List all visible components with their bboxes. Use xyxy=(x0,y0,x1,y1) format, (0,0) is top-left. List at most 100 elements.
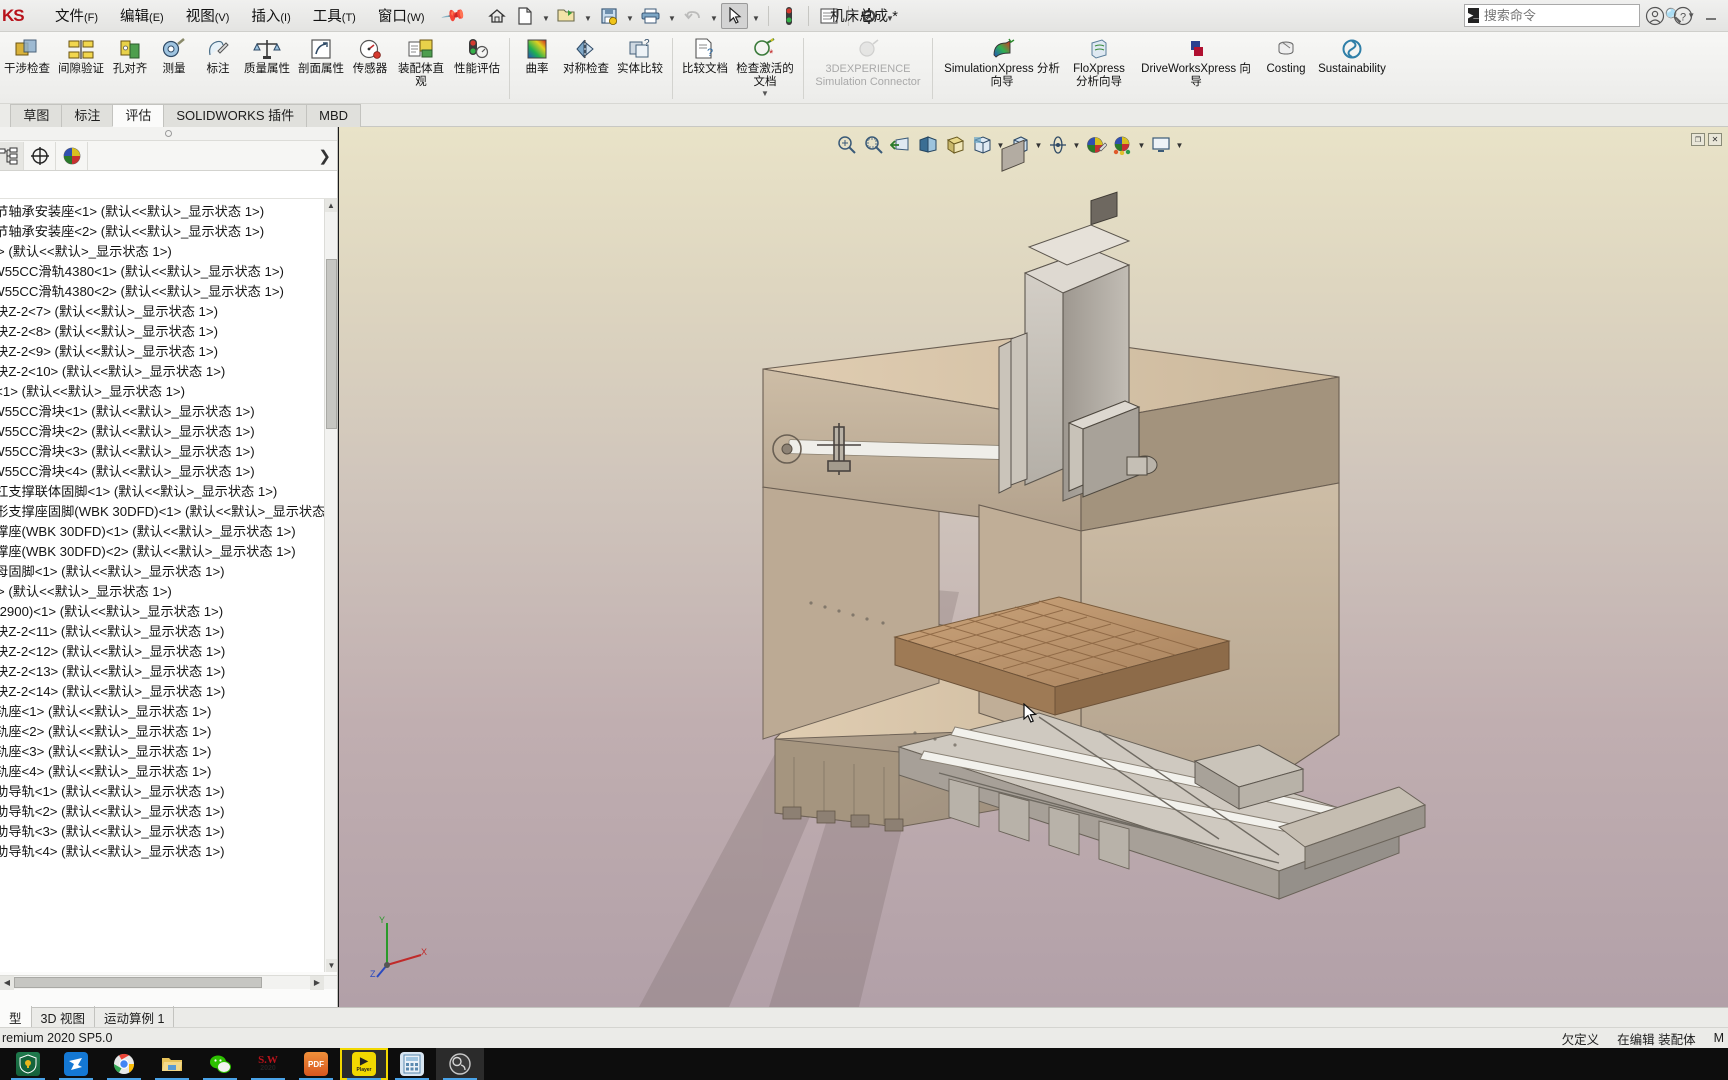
tree-node[interactable]: GW55CC滑块<3> (默认<<默认>_显示状态 1>) xyxy=(0,442,324,462)
taskbar-pdf-reader[interactable]: PDF xyxy=(292,1048,340,1080)
taskbar-chrome[interactable] xyxy=(100,1048,148,1080)
ribbon-floxpress-wizard[interactable]: FloXpress 分析向导 xyxy=(1066,34,1132,89)
ribbon-hole-alignment[interactable]: 孔对齐 xyxy=(108,34,152,76)
menu-file[interactable]: 文件(F) xyxy=(44,1,109,30)
bottom-tab-motion-study-1[interactable]: 运动算例 1 xyxy=(95,1006,175,1029)
ribbon-interference-check[interactable]: 干涉检查 xyxy=(0,34,54,76)
rebuild-icon[interactable] xyxy=(775,3,802,29)
new-document-icon[interactable] xyxy=(511,3,538,29)
tree-node[interactable]: 压块Z-2<10> (默认<<默认>_显示状态 1>) xyxy=(0,362,324,382)
tree-node[interactable]: GW55CC滑块<1> (默认<<默认>_显示状态 1>) xyxy=(0,402,324,422)
print-dropdown[interactable]: ▼ xyxy=(665,3,678,29)
select-dropdown[interactable]: ▼ xyxy=(749,3,762,29)
undo-dropdown[interactable]: ▼ xyxy=(707,3,720,29)
tree-node[interactable]: 压块Z-2<8> (默认<<默认>_显示状态 1>) xyxy=(0,322,324,342)
open-dropdown[interactable]: ▼ xyxy=(581,3,594,29)
menu-edit[interactable]: 编辑(E) xyxy=(109,1,175,30)
tree-node[interactable]: 导轨座<1> (默认<<默认>_显示状态 1>) xyxy=(0,702,324,722)
horizontal-scroll-thumb[interactable] xyxy=(14,977,262,988)
tree-node[interactable]: 辅助导轨<3> (默认<<默认>_显示状态 1>) xyxy=(0,822,324,842)
search-input[interactable] xyxy=(1483,8,1660,23)
select-cursor-icon[interactable] xyxy=(721,2,749,29)
pushpin-icon[interactable]: 📌 xyxy=(433,0,474,34)
graphics-viewport[interactable]: ▼ ▼ ▼ ▼ ▼ ❐ ✕ Y X Z xyxy=(339,127,1728,1007)
vertical-scroll-thumb[interactable] xyxy=(326,259,337,429)
check-active-doc-dropdown-icon[interactable]: ▼ xyxy=(761,89,769,98)
tree-node[interactable]: 支撑座(WBK 30DFD)<1> (默认<<默认>_显示状态 1>) xyxy=(0,522,324,542)
tab-evaluate[interactable]: 评估 xyxy=(112,104,165,127)
tree-node[interactable]: 压块Z-2<9> (默认<<默认>_显示状态 1>) xyxy=(0,342,324,362)
tree-node[interactable]: 辅助导轨<4> (默认<<默认>_显示状态 1>) xyxy=(0,842,324,862)
tab-markup[interactable]: 标注 xyxy=(61,104,114,127)
help-question-icon[interactable]: ? xyxy=(1670,3,1696,29)
taskbar-wechat[interactable] xyxy=(196,1048,244,1080)
ribbon-solid-compare[interactable]: ? 实体比较 xyxy=(613,34,667,76)
menu-insert[interactable]: 插入(I) xyxy=(240,1,301,30)
ribbon-assembly-visualization[interactable]: 装配体直观 xyxy=(392,34,450,88)
ribbon-section-properties[interactable]: 剖面属性 xyxy=(294,34,348,76)
search-commands-box[interactable]: ▶_ 🔍 ▼ xyxy=(1464,4,1695,27)
home-icon[interactable] xyxy=(483,3,510,29)
save-dropdown[interactable]: ▼ xyxy=(623,3,636,29)
tree-node[interactable]: 丝杠支撑联体固脚<1> (默认<<默认>_显示状态 1>) xyxy=(0,482,324,502)
taskbar-solidworks[interactable]: S.W 2020 xyxy=(244,1048,292,1080)
tree-node[interactable]: GW55CC滑轨4380<2> (默认<<默认>_显示状态 1>) xyxy=(0,282,324,302)
save-icon[interactable] xyxy=(595,3,622,29)
ribbon-costing[interactable]: Costing xyxy=(1260,34,1312,76)
minimize-icon[interactable] xyxy=(1698,3,1724,29)
taskbar-file-explorer[interactable] xyxy=(148,1048,196,1080)
tab-mbd[interactable]: MBD xyxy=(306,104,361,127)
tree-node[interactable]: 圆形支撑座固脚(WBK 30DFD)<1> (默认<<默认>_显示状态 1>) xyxy=(0,502,324,522)
tree-node[interactable]: GW55CC滑块<2> (默认<<默认>_显示状态 1>) xyxy=(0,422,324,442)
feature-tree[interactable]: 关节轴承安装座<1> (默认<<默认>_显示状态 1>) 关节轴承安装座<2> (… xyxy=(0,199,324,972)
open-folder-icon[interactable] xyxy=(553,3,580,29)
tree-node[interactable]: 压块Z-2<12> (默认<<默认>_显示状态 1>) xyxy=(0,642,324,662)
tree-node[interactable]: <1> (默认<<默认>_显示状态 1>) xyxy=(0,242,324,262)
feature-tree-vertical-scrollbar[interactable]: ▲ ▼ xyxy=(324,199,337,972)
tree-node[interactable]: 压块Z-2<13> (默认<<默认>_显示状态 1>) xyxy=(0,662,324,682)
feature-tree-tab[interactable] xyxy=(0,141,24,170)
new-document-dropdown[interactable]: ▼ xyxy=(539,3,552,29)
menu-window[interactable]: 窗口(W) xyxy=(367,1,436,30)
menu-view[interactable]: 视图(V) xyxy=(175,1,241,30)
tree-node[interactable]: <3> (默认<<默认>_显示状态 1>) xyxy=(0,582,324,602)
ribbon-compare-documents[interactable]: ? 比较文档 xyxy=(678,34,732,76)
print-icon[interactable] xyxy=(637,3,664,29)
taskbar-bird-app[interactable] xyxy=(52,1048,100,1080)
menu-tools[interactable]: 工具(T) xyxy=(302,1,367,30)
ribbon-symmetry-check[interactable]: 对称检查 xyxy=(559,34,613,76)
ribbon-simulationxpress-wizard[interactable]: SimulationXpress 分析向导 xyxy=(938,34,1066,89)
ribbon-sustainability[interactable]: Sustainability xyxy=(1312,34,1392,76)
taskbar-media-player[interactable]: ▶ Player xyxy=(340,1048,388,1080)
tree-node[interactable]: 辅助导轨<1> (默认<<默认>_显示状态 1>) xyxy=(0,782,324,802)
panel-collapse-handle[interactable] xyxy=(0,127,337,141)
tree-node[interactable]: 辅助导轨<2> (默认<<默认>_显示状态 1>) xyxy=(0,802,324,822)
tree-node[interactable]: 压块Z-2<11> (默认<<默认>_显示状态 1>) xyxy=(0,622,324,642)
ribbon-sensor[interactable]: 传感器 xyxy=(348,34,392,76)
tree-node[interactable]: GW55CC滑块<4> (默认<<默认>_显示状态 1>) xyxy=(0,462,324,482)
ribbon-markup[interactable]: 标注 xyxy=(196,34,240,76)
tree-node[interactable]: 螺母固脚<1> (默认<<默认>_显示状态 1>) xyxy=(0,562,324,582)
tree-node[interactable]: GW55CC滑轨4380<1> (默认<<默认>_显示状态 1>) xyxy=(0,262,324,282)
taskbar-calculator[interactable] xyxy=(388,1048,436,1080)
ribbon-measure[interactable]: 测量 xyxy=(152,34,196,76)
scroll-left-arrow-icon[interactable]: ◀ xyxy=(0,975,14,990)
taskbar-obs-studio[interactable] xyxy=(436,1048,484,1080)
ribbon-check-active-document[interactable]: * 检查激活的文档 ▼ xyxy=(732,34,798,98)
tree-node[interactable]: 关节轴承安装座<1> (默认<<默认>_显示状态 1>) xyxy=(0,202,324,222)
scroll-down-arrow-icon[interactable]: ▼ xyxy=(326,959,337,972)
bottom-tab-3dviews[interactable]: 3D 视图 xyxy=(32,1006,95,1029)
ribbon-clearance-verification[interactable]: 间隙验证 xyxy=(54,34,108,76)
display-manager-tab[interactable] xyxy=(56,141,88,170)
bottom-tab-model[interactable]: 型 xyxy=(0,1006,32,1029)
tab-solidworks-addins[interactable]: SOLIDWORKS 插件 xyxy=(163,104,308,127)
panel-expand-icon[interactable]: ❯ xyxy=(318,147,331,165)
taskbar-security-shield[interactable] xyxy=(4,1048,52,1080)
tree-node[interactable]: 支撑座(WBK 30DFD)<2> (默认<<默认>_显示状态 1>) xyxy=(0,542,324,562)
tree-node[interactable]: 杠(2900)<1> (默认<<默认>_显示状态 1>) xyxy=(0,602,324,622)
feature-tree-horizontal-scrollbar[interactable]: ◀ ▶ xyxy=(0,975,337,990)
ribbon-curvature[interactable]: 曲率 xyxy=(515,34,559,76)
property-manager-tab[interactable] xyxy=(24,141,56,170)
tree-node[interactable]: 压块Z-2<14> (默认<<默认>_显示状态 1>) xyxy=(0,682,324,702)
ribbon-performance-evaluation[interactable]: 性能评估 xyxy=(450,34,504,76)
